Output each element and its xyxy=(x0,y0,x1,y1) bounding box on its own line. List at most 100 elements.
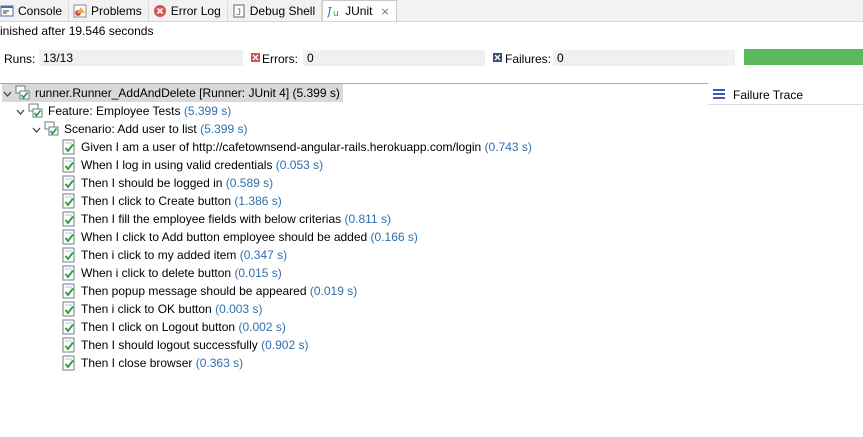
tree-step-item[interactable]: Then i click to OK button (0.003 s) xyxy=(61,300,262,318)
tree-step-label: Then popup message should be appeared xyxy=(81,284,307,298)
tree-scenario-item[interactable]: Scenario: Add user to list (5.399 s) xyxy=(31,120,247,138)
test-pass-icon xyxy=(61,157,77,173)
tree-step-duration: (0.743 s) xyxy=(484,140,532,154)
tab-console-label: Console xyxy=(18,4,63,18)
tree-step-duration: (0.019 s) xyxy=(309,284,358,298)
tree-step-label: Then I click on Logout button xyxy=(81,320,236,334)
tree-feature-duration: (5.399 s) xyxy=(183,104,232,118)
tree-step-item[interactable]: When i click to delete button (0.015 s) xyxy=(61,264,282,282)
tree-step-label: Then I fill the employee fields with bel… xyxy=(81,212,342,226)
collapse-icon[interactable] xyxy=(15,106,25,116)
tree-step-duration: (0.363 s) xyxy=(195,356,244,370)
tree-step-label: Then I should be logged in xyxy=(81,176,223,190)
tree-step-item[interactable]: Then I should logout successfully (0.902… xyxy=(61,336,308,354)
test-pass-icon xyxy=(61,319,77,335)
problems-icon xyxy=(73,4,87,18)
tab-debug-shell-label: Debug Shell xyxy=(249,4,316,18)
tree-step-duration: (0.902 s) xyxy=(261,338,309,352)
test-pass-icon xyxy=(61,247,77,263)
tree-step-item[interactable]: Then i click to my added item (0.347 s) xyxy=(61,246,287,264)
tree-step-item[interactable]: Then I click on Logout button (0.002 s) xyxy=(61,318,286,336)
tree-scenario-duration: (5.399 s) xyxy=(200,122,248,136)
tab-error-log[interactable]: Error Log xyxy=(149,1,228,21)
tree-step-item[interactable]: Then I click to Create button (1.386 s) xyxy=(61,192,282,210)
tree-step-duration: (0.003 s) xyxy=(215,302,263,316)
tree-root-label: runner.Runner_AddAndDelete [Runner: JUni… xyxy=(35,86,340,100)
run-status-text: inished after 19.546 seconds xyxy=(0,24,154,38)
tree-step-duration: (0.347 s) xyxy=(239,248,288,262)
tree-step-label: Then i click to my added item xyxy=(81,248,237,262)
test-pass-icon xyxy=(61,337,77,353)
test-pass-icon xyxy=(61,229,77,245)
failure-icon xyxy=(493,53,502,62)
tree-step-duration: (0.166 s) xyxy=(370,230,418,244)
failure-trace-divider xyxy=(708,104,863,105)
tree-step-item[interactable]: Then I close browser (0.363 s) xyxy=(61,354,243,372)
test-pass-icon xyxy=(61,193,77,209)
tree-step-item[interactable]: Then I should be logged in (0.589 s) xyxy=(61,174,273,192)
stack-trace-icon xyxy=(713,88,727,103)
tab-problems-label: Problems xyxy=(91,4,142,18)
runs-label: Runs: xyxy=(4,52,36,66)
tree-step-label: Then i click to OK button xyxy=(81,302,212,316)
test-pass-icon xyxy=(61,265,77,281)
error-log-icon xyxy=(153,4,167,18)
tab-junit[interactable]: Ju JUnit ⨯ xyxy=(322,0,397,21)
test-suite-pass-icon xyxy=(28,103,44,119)
tree-step-duration: (1.386 s) xyxy=(234,194,282,208)
runs-value: 13/13 xyxy=(39,50,243,66)
test-pass-icon xyxy=(61,301,77,317)
tree-step-label: When I log in using valid credentials xyxy=(81,158,273,172)
failure-trace-label: Failure Trace xyxy=(733,88,804,102)
tree-feature-label: Feature: Employee Tests xyxy=(48,104,181,118)
tree-step-item[interactable]: Then I fill the employee fields with bel… xyxy=(61,210,391,228)
tab-error-log-label: Error Log xyxy=(170,4,221,18)
collapse-icon[interactable] xyxy=(2,88,12,98)
test-pass-icon xyxy=(61,283,77,299)
view-tab-bar: Console Problems Error Log J Debug Shell… xyxy=(0,0,863,22)
tree-step-duration: (0.015 s) xyxy=(234,266,282,280)
junit-icon: Ju xyxy=(327,4,341,18)
error-icon xyxy=(251,53,260,62)
tab-junit-label: JUnit xyxy=(345,4,373,18)
svg-text:J: J xyxy=(236,8,241,18)
test-suite-pass-icon xyxy=(44,121,60,137)
tree-root-item[interactable]: runner.Runner_AddAndDelete [Runner: JUni… xyxy=(2,84,343,102)
svg-text:u: u xyxy=(333,9,339,18)
test-progress-bar xyxy=(744,49,863,65)
tree-scenario-label: Scenario: Add user to list xyxy=(64,122,197,136)
tree-step-item[interactable]: When I log in using valid credentials (0… xyxy=(61,156,323,174)
failures-label: Failures: xyxy=(505,52,552,66)
test-pass-icon xyxy=(61,211,77,227)
tree-step-label: When i click to delete button xyxy=(81,266,232,280)
tab-console[interactable]: Console xyxy=(0,1,70,21)
tab-debug-shell[interactable]: J Debug Shell xyxy=(228,1,323,21)
test-pass-icon xyxy=(61,139,77,155)
svg-text:J: J xyxy=(327,5,332,18)
tree-step-duration: (0.811 s) xyxy=(344,212,391,226)
test-pass-icon xyxy=(61,355,77,371)
failures-value: 0 xyxy=(553,50,735,66)
tree-step-label: When I click to Add button employee shou… xyxy=(81,230,368,244)
tree-step-duration: (0.002 s) xyxy=(238,320,286,334)
tree-step-duration: (0.053 s) xyxy=(275,158,324,172)
close-icon[interactable]: ⨯ xyxy=(380,5,389,18)
counter-panel: Runs: 13/13 Errors: 0 Failures: 0 xyxy=(0,47,863,71)
errors-value: 0 xyxy=(303,50,485,66)
tab-problems[interactable]: Problems xyxy=(69,1,149,21)
tree-step-item[interactable]: Then popup message should be appeared (0… xyxy=(61,282,357,300)
test-suite-pass-icon xyxy=(15,85,31,101)
tree-feature-item[interactable]: Feature: Employee Tests (5.399 s) xyxy=(15,102,231,120)
tree-step-label: Then I close browser xyxy=(81,356,193,370)
tree-step-duration: (0.589 s) xyxy=(225,176,274,190)
errors-label: Errors: xyxy=(262,52,298,66)
console-icon xyxy=(0,4,14,18)
tree-step-label: Given I am a user of http://cafetownsend… xyxy=(81,140,482,154)
tree-step-item[interactable]: Given I am a user of http://cafetownsend… xyxy=(61,138,532,156)
tree-step-item[interactable]: When I click to Add button employee shou… xyxy=(61,228,418,246)
test-pass-icon xyxy=(61,175,77,191)
tree-step-label: Then I should logout successfully xyxy=(81,338,258,352)
failure-trace-header[interactable]: Failure Trace xyxy=(713,86,863,104)
collapse-icon[interactable] xyxy=(31,124,41,134)
debug-shell-icon: J xyxy=(232,4,246,18)
